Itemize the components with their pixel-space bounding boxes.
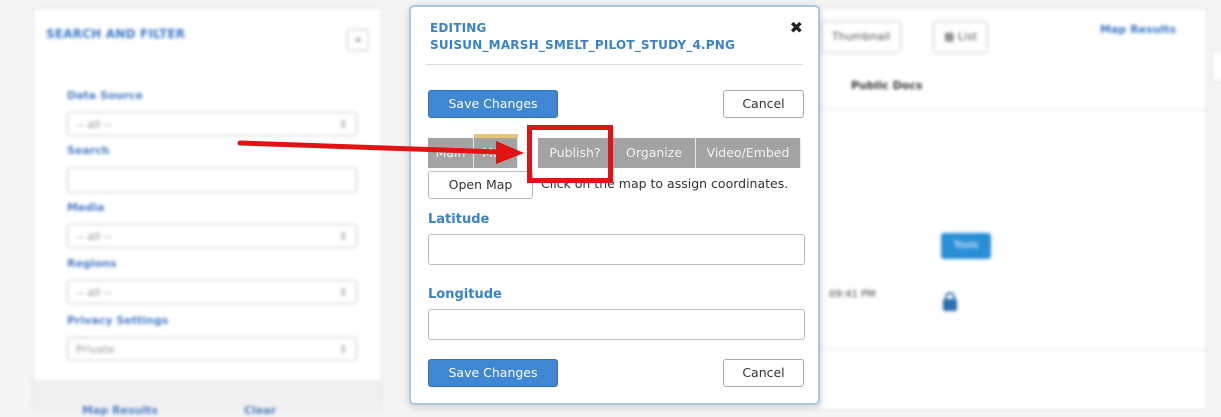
tab-organize[interactable]: Organize — [613, 138, 696, 168]
public-docs-column-header: Public Docs — [851, 79, 923, 92]
privacy-settings-select[interactable]: Private — [67, 337, 357, 362]
longitude-input[interactable] — [428, 309, 805, 340]
clear-button[interactable]: Clear — [244, 404, 276, 417]
latitude-input[interactable] — [428, 234, 805, 265]
results-panel: Thumbnail ▦ List Map Results Public Docs… — [820, 8, 1207, 410]
search-label: Search — [67, 144, 110, 157]
media-label: Media — [67, 201, 105, 214]
edit-modal: EDITING SUISUN_MARSH_SMELT_PILOT_STUDY_4… — [409, 5, 820, 405]
tab-map[interactable]: Map — [474, 138, 518, 168]
sidebar-footer: Map Results Clear — [34, 381, 381, 417]
data-source-select[interactable]: -- all -- — [67, 112, 357, 137]
tab-video-embed[interactable]: Video/Embed — [696, 138, 801, 168]
tab-main[interactable]: Main — [428, 138, 474, 168]
tab-publish[interactable]: Publish? — [538, 138, 613, 168]
search-input[interactable] — [67, 167, 357, 193]
row-divider — [821, 109, 1206, 110]
regions-label: Regions — [67, 257, 117, 270]
map-hint-text: Click on the map to assign coordinates. — [541, 176, 789, 191]
close-icon[interactable]: ✖ — [790, 20, 803, 36]
timestamp: 09:41 PM — [829, 289, 876, 300]
search-filter-heading: SEARCH AND FILTER — [46, 27, 186, 41]
modal-title-editing: EDITING — [430, 21, 487, 35]
tag-chip[interactable]: Tools — [941, 233, 991, 259]
list-icon: ▦ — [944, 30, 958, 43]
cancel-button-bottom[interactable]: Cancel — [723, 359, 804, 387]
search-filter-panel: SEARCH AND FILTER » Data Source -- all -… — [33, 8, 382, 417]
open-map-button[interactable]: Open Map — [428, 171, 533, 199]
map-results-link[interactable]: Map Results — [1100, 23, 1176, 36]
modal-title: EDITING SUISUN_MARSH_SMELT_PILOT_STUDY_4… — [430, 20, 735, 54]
row-divider — [821, 349, 1206, 350]
list-view-button[interactable]: ▦ List — [933, 21, 989, 53]
lock-icon — [943, 292, 957, 311]
thumbnail-view-button[interactable]: Thumbnail — [821, 21, 902, 53]
latitude-label: Latitude — [428, 212, 490, 227]
data-source-label: Data Source — [67, 89, 143, 102]
modal-title-filename: SUISUN_MARSH_SMELT_PILOT_STUDY_4.PNG — [430, 38, 736, 52]
cancel-button-top[interactable]: Cancel — [723, 90, 804, 118]
privacy-settings-label: Privacy Settings — [67, 314, 169, 327]
longitude-label: Longitude — [428, 287, 502, 302]
save-changes-button-top[interactable]: Save Changes — [428, 90, 558, 118]
title-divider — [426, 64, 803, 65]
edge-widget — [1212, 50, 1221, 82]
media-select[interactable]: -- all -- — [67, 224, 357, 249]
regions-select[interactable]: -- all -- — [67, 280, 357, 305]
save-changes-button-bottom[interactable]: Save Changes — [428, 359, 558, 387]
map-results-button[interactable]: Map Results — [82, 404, 158, 417]
collapse-toggle-button[interactable]: » — [347, 29, 369, 51]
list-view-label: List — [957, 30, 978, 43]
